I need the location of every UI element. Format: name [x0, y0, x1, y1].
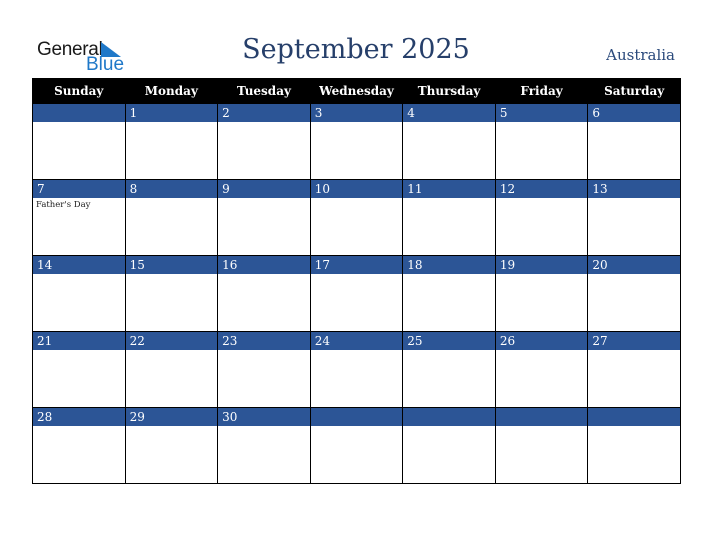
- day-number: 25: [403, 332, 495, 350]
- day-cell[interactable]: 12: [494, 179, 589, 256]
- day-number: 7: [33, 180, 125, 198]
- calendar-grid: Sunday Monday Tuesday Wednesday Thursday Frid…: [32, 78, 681, 484]
- weekday-header-tuesday: Tuesday: [217, 78, 311, 104]
- day-cell[interactable]: 11: [402, 179, 496, 256]
- day-cell[interactable]: 4: [402, 103, 496, 180]
- day-number: 11: [403, 180, 495, 198]
- holiday-event: Father's Day: [36, 200, 91, 210]
- week-row: 123456: [32, 103, 681, 180]
- day-cell[interactable]: 5: [494, 103, 589, 180]
- weekday-header-saturday: Saturday: [587, 78, 681, 104]
- day-number: 1: [125, 104, 218, 122]
- week-row: 21 22 23 24 25 26 27: [32, 331, 681, 408]
- weekday-header-thursday: Thursday: [402, 78, 496, 104]
- day-cell[interactable]: [32, 103, 126, 180]
- day-cell[interactable]: 25: [402, 331, 496, 408]
- day-cell[interactable]: 21: [32, 331, 126, 408]
- weekday-header-monday: Monday: [124, 78, 219, 104]
- week-row: 28 29 30: [32, 407, 681, 484]
- day-number: [403, 408, 495, 426]
- day-number: 6: [588, 104, 680, 122]
- day-cell[interactable]: [587, 407, 681, 484]
- day-cell[interactable]: [494, 407, 589, 484]
- day-number: 5: [495, 104, 588, 122]
- day-number: 30: [218, 408, 310, 426]
- day-number: 8: [125, 180, 218, 198]
- day-number: 19: [495, 256, 588, 274]
- day-number: 15: [125, 256, 218, 274]
- day-cell[interactable]: 3: [309, 103, 404, 180]
- day-number: [588, 408, 680, 426]
- day-cell[interactable]: 27: [587, 331, 681, 408]
- day-number: 26: [495, 332, 588, 350]
- day-cell[interactable]: 24: [309, 331, 404, 408]
- day-number: [33, 104, 125, 122]
- day-number: 10: [310, 180, 403, 198]
- day-number: 21: [33, 332, 125, 350]
- day-cell[interactable]: 23: [217, 331, 311, 408]
- day-cell[interactable]: 15: [124, 255, 219, 332]
- day-cell[interactable]: 29: [124, 407, 219, 484]
- day-number: 16: [218, 256, 310, 274]
- day-cell[interactable]: 18: [402, 255, 496, 332]
- day-number: 24: [310, 332, 403, 350]
- day-cell[interactable]: 26: [494, 331, 589, 408]
- day-cell[interactable]: 16: [217, 255, 311, 332]
- day-number: 9: [218, 180, 310, 198]
- day-cell[interactable]: 13: [587, 179, 681, 256]
- day-number: 23: [218, 332, 310, 350]
- week-row: 7 Father's Day 8 9 10 11 12 13: [32, 179, 681, 256]
- day-cell[interactable]: 2: [217, 103, 311, 180]
- day-number: 3: [310, 104, 403, 122]
- day-cell[interactable]: 19: [494, 255, 589, 332]
- day-number: 14: [33, 256, 125, 274]
- day-cell[interactable]: 9: [217, 179, 311, 256]
- day-number: 27: [588, 332, 680, 350]
- day-number: 13: [588, 180, 680, 198]
- day-cell[interactable]: 22: [124, 331, 219, 408]
- weekday-header-wednesday: Wednesday: [309, 78, 404, 104]
- weekday-header-friday: Friday: [494, 78, 589, 104]
- day-number: [495, 408, 588, 426]
- day-cell[interactable]: 14: [32, 255, 126, 332]
- day-cell[interactable]: [309, 407, 404, 484]
- day-number: [310, 408, 403, 426]
- day-cell[interactable]: 6: [587, 103, 681, 180]
- day-number: 12: [495, 180, 588, 198]
- day-number: 22: [125, 332, 218, 350]
- day-number: 29: [125, 408, 218, 426]
- day-cell[interactable]: 1: [124, 103, 219, 180]
- day-number: 18: [403, 256, 495, 274]
- day-cell[interactable]: 17: [309, 255, 404, 332]
- day-number: 17: [310, 256, 403, 274]
- day-number: 4: [403, 104, 495, 122]
- day-cell[interactable]: 7 Father's Day: [32, 179, 126, 256]
- day-cell[interactable]: 8: [124, 179, 219, 256]
- week-row: 14 15 16 17 18 19 20: [32, 255, 681, 332]
- day-number: 20: [588, 256, 680, 274]
- weekday-header-sunday: Sunday: [32, 78, 126, 104]
- day-cell[interactable]: 28: [32, 407, 126, 484]
- day-cell[interactable]: 30: [217, 407, 311, 484]
- day-cell[interactable]: [402, 407, 496, 484]
- weekday-header-row: Sunday Monday Tuesday Wednesday Thursday Frid…: [32, 78, 681, 104]
- day-cell[interactable]: 20: [587, 255, 681, 332]
- day-cell[interactable]: 10: [309, 179, 404, 256]
- country-label: Australia: [606, 46, 675, 64]
- day-number: 28: [33, 408, 125, 426]
- day-number: 2: [218, 104, 310, 122]
